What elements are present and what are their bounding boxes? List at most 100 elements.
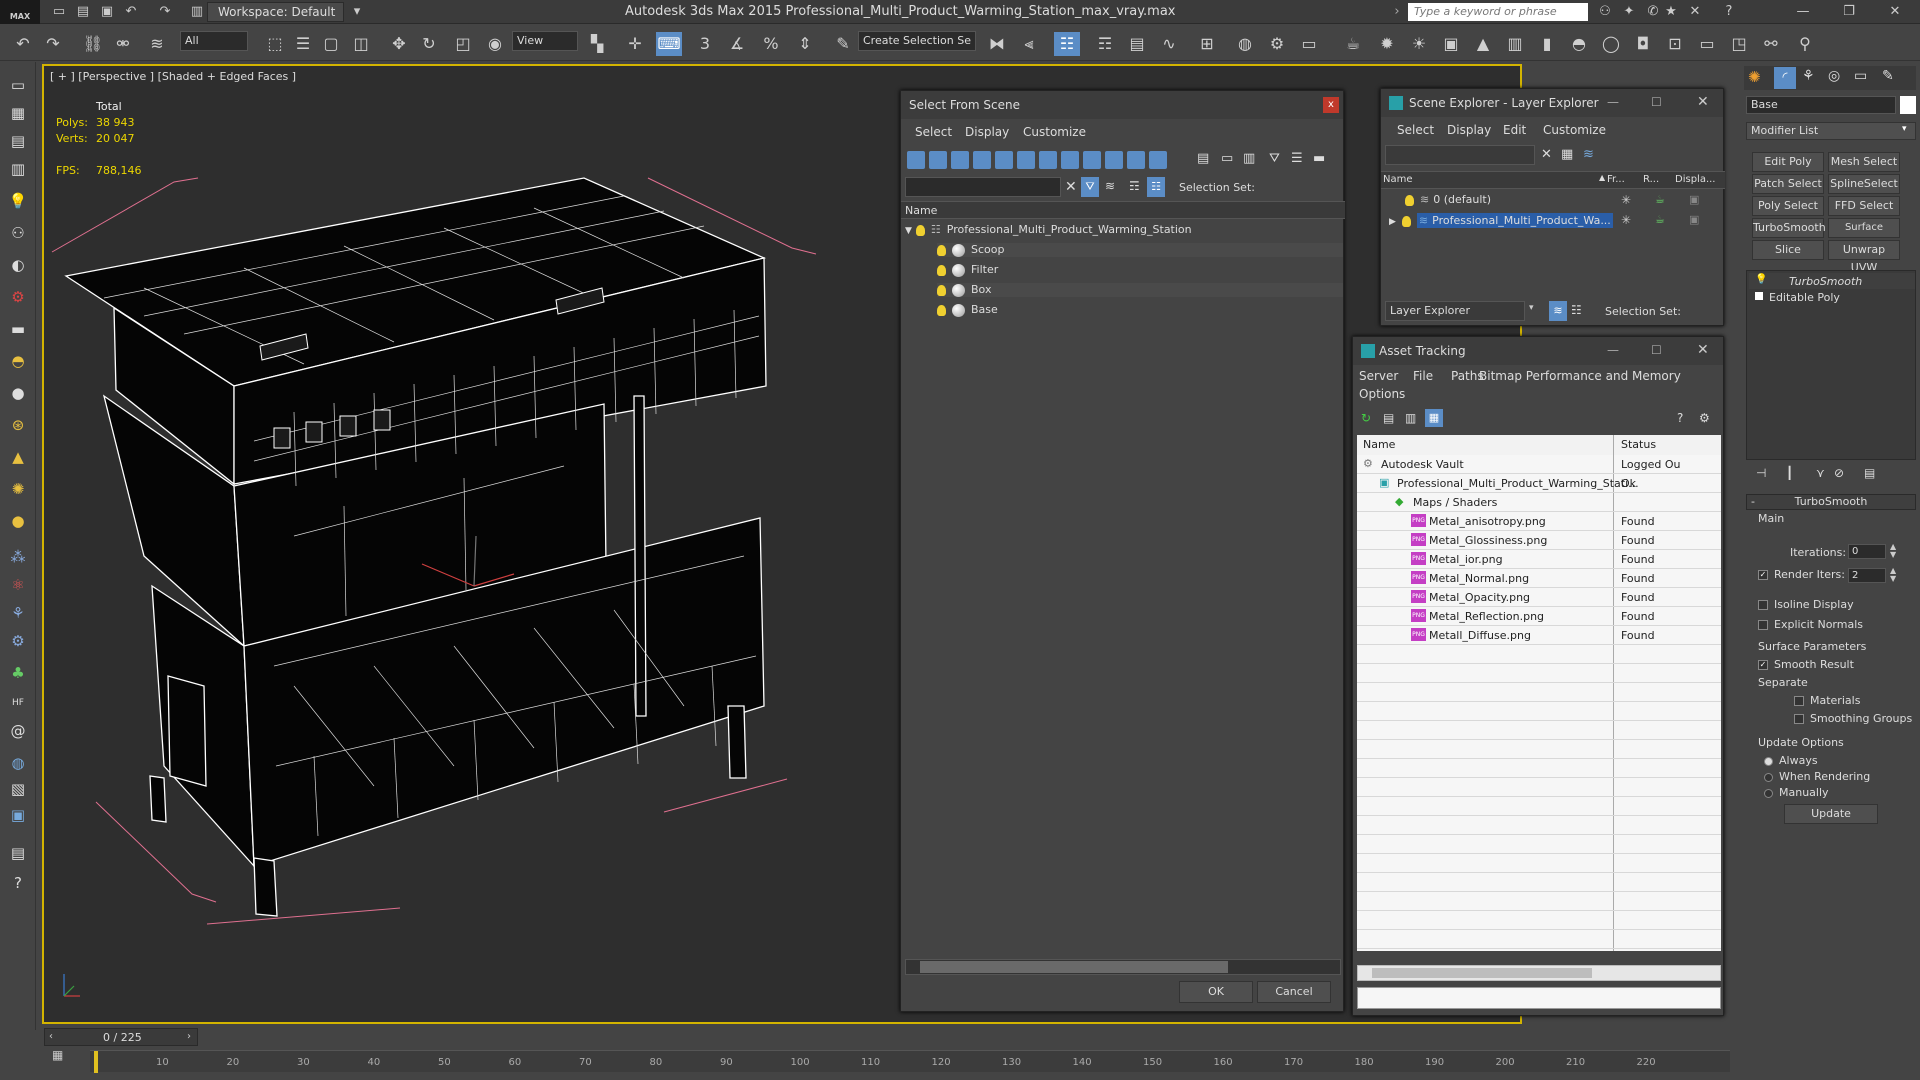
dynamics-icon[interactable]: ⚛ — [7, 574, 29, 596]
renderable-teapot-icon[interactable]: ☕ — [1655, 213, 1665, 226]
asset-row[interactable]: ▣ Professional_Multi_Product_Warming_Stat… — [1357, 474, 1721, 493]
sun-icon[interactable]: ✺ — [7, 478, 29, 500]
window-crossing-icon[interactable]: ◫ — [348, 32, 374, 56]
hierarchy-mode-icon[interactable]: ☷ — [1571, 303, 1582, 317]
layer-explorer-icon[interactable]: ☶ — [1092, 32, 1118, 56]
display-panel-icon[interactable]: ▦ — [7, 102, 29, 124]
make-unique-icon[interactable]: ⋎ — [1816, 466, 1825, 480]
helpers-filter-icon[interactable] — [995, 151, 1013, 169]
renderable-teapot-icon[interactable]: ☕ — [1655, 193, 1665, 206]
particles-icon[interactable]: ⁂ — [7, 546, 29, 568]
se-col-display[interactable]: Displa... — [1675, 174, 1715, 185]
tree-child-row[interactable]: Box — [937, 283, 1343, 297]
help-icon[interactable]: ? — [1720, 3, 1738, 21]
select-invert-icon[interactable]: ▥ — [1243, 151, 1257, 169]
motion-icon[interactable]: ▥ — [7, 158, 29, 180]
edit-poly-button[interactable]: Edit Poly — [1752, 152, 1824, 172]
binoculars-icon[interactable]: ⚇ — [1596, 3, 1614, 21]
patch-select-button[interactable]: Patch Select — [1752, 174, 1824, 194]
track-view-icon[interactable]: ▧ — [7, 778, 29, 800]
turbosmooth-button[interactable]: TurboSmooth — [1752, 218, 1826, 238]
freeze-icon[interactable]: ✳ — [1621, 193, 1631, 207]
show-end-result-icon[interactable]: ┃ — [1786, 466, 1793, 480]
dropdown-arrow-icon[interactable]: ▾ — [1529, 303, 1534, 313]
link-icon[interactable]: ⛓ — [80, 32, 106, 56]
vray-fur-icon[interactable]: ▥ — [1502, 32, 1528, 56]
spinner-arrows-icon[interactable]: ▲ ▼ — [1890, 543, 1896, 559]
undo-quick-icon[interactable]: ↶ — [122, 3, 140, 21]
groups-filter-icon[interactable] — [1039, 151, 1057, 169]
filter-funnel-icon[interactable]: ⛛ — [1269, 151, 1283, 169]
script-icon[interactable]: ▣ — [7, 804, 29, 826]
pin-stack-icon[interactable]: ⊣ — [1756, 466, 1766, 480]
display-box-icon[interactable]: ▣ — [1689, 213, 1699, 226]
tools-icon[interactable]: ✦ — [1620, 3, 1638, 21]
modify-tab-icon[interactable]: ◜ — [1774, 67, 1796, 89]
gear-icon[interactable]: ⚙ — [7, 630, 29, 652]
search-arrow-icon[interactable]: › — [1388, 3, 1406, 21]
ffd-select-button[interactable]: FFD Select — [1828, 196, 1900, 216]
tree-child-row[interactable]: Filter — [937, 263, 1343, 277]
find-filter-icon[interactable]: ⛛ — [1081, 177, 1099, 197]
visibility-bulb-icon[interactable] — [1401, 215, 1411, 227]
se-menu-customize[interactable]: Customize — [1543, 123, 1606, 137]
isoline-display-toggle[interactable]: Isoline Display — [1758, 598, 1854, 611]
render-iters-toggle[interactable]: ✓ Render Iters: — [1758, 568, 1845, 581]
horizontal-scrollbar[interactable] — [905, 959, 1341, 975]
hidden-filter-icon[interactable] — [1149, 151, 1167, 169]
at-menu-server[interactable]: Server — [1359, 369, 1398, 383]
create-box-icon[interactable]: ▭ — [7, 74, 29, 96]
asset-row[interactable]: PNG Metal_Reflection.png Found — [1357, 607, 1721, 626]
modifier-list-select[interactable]: Modifier List — [1746, 122, 1916, 140]
asset-row[interactable]: PNG Metal_anisotropy.png Found — [1357, 512, 1721, 531]
checkbox-checked-icon[interactable]: ✓ — [1758, 660, 1768, 670]
radio-icon[interactable] — [1764, 772, 1773, 782]
menu-select[interactable]: Select — [915, 125, 952, 139]
save-file-icon[interactable]: ▣ — [98, 3, 116, 21]
redo-quick-icon[interactable]: ↷ — [156, 3, 174, 21]
scale-icon[interactable]: ◰ — [450, 32, 476, 56]
asset-row[interactable]: PNG Metal_Normal.png Found — [1357, 569, 1721, 588]
hierarchy-tab-icon[interactable]: ⚘ — [1802, 68, 1815, 84]
asset-row[interactable]: PNG Metal_Opacity.png Found — [1357, 588, 1721, 607]
unwrap-uvw-button[interactable]: Unwrap UVW — [1828, 240, 1900, 274]
freeze-icon[interactable]: ✳ — [1621, 213, 1631, 227]
menu-customize[interactable]: Customize — [1023, 125, 1086, 139]
se-select-icon[interactable]: ▦ — [1561, 147, 1573, 162]
layer-row-object[interactable]: ▶ ≋ Professional_Multi_Product_Wa... — [1389, 213, 1613, 228]
tree-child-row[interactable]: Scoop — [937, 243, 1343, 257]
vray-ipr-icon[interactable]: ⊡ — [1662, 32, 1688, 56]
create-tab-icon[interactable]: ✺ — [1748, 68, 1761, 86]
tree-child-row[interactable]: Base — [937, 303, 1343, 317]
display-box-icon[interactable]: ▣ — [1689, 193, 1699, 206]
rotate-icon[interactable]: ↻ — [416, 32, 442, 56]
edit-named-sets-icon[interactable]: ✎ — [830, 32, 856, 56]
stack-item-turbosmooth[interactable]: 💡 TurboSmooth — [1749, 273, 1915, 289]
minimize-icon[interactable]: — — [1607, 95, 1619, 109]
expand-arrow-icon[interactable]: ▶ — [1389, 217, 1396, 227]
close-window-icon[interactable]: ✕ — [1872, 0, 1918, 24]
sphere-icon[interactable]: ● — [7, 382, 29, 404]
update-manually-radio[interactable]: Manually — [1764, 786, 1829, 799]
scrollbar-thumb[interactable] — [920, 961, 1228, 973]
se-col-render[interactable]: R... — [1643, 174, 1659, 185]
list-view-icon[interactable]: ▤ — [1383, 411, 1394, 425]
vray-render-icon[interactable]: ◘ — [1630, 32, 1656, 56]
vray-toolbar-icon[interactable]: ◳ — [1726, 32, 1752, 56]
rect-selection-icon[interactable]: ▢ — [318, 32, 344, 56]
reference-coordinate-select[interactable]: View — [512, 31, 578, 51]
pivot-center-icon[interactable]: ▚ — [584, 32, 610, 56]
object-color-swatch[interactable] — [1900, 96, 1916, 114]
radio-icon[interactable] — [1764, 788, 1773, 798]
lights-filter-icon[interactable] — [951, 151, 969, 169]
refresh-icon[interactable]: ↻ — [1361, 411, 1371, 425]
viewport-help-icon[interactable]: ? — [7, 872, 29, 894]
vray-lister-icon[interactable]: ▭ — [1694, 32, 1720, 56]
tree-root-row[interactable]: ▼ ☷ Professional_Multi_Product_Warming_Sta… — [905, 223, 1192, 236]
selection-filter-select[interactable]: All — [180, 31, 248, 51]
unlink-icon[interactable]: ⚮ — [110, 32, 136, 56]
slice-button[interactable]: Slice — [1752, 240, 1824, 260]
minimize-icon[interactable]: — — [1780, 0, 1826, 24]
material-editor-icon[interactable]: ◍ — [1232, 32, 1258, 56]
spacewarp-icon[interactable]: ⚙ — [7, 286, 29, 308]
